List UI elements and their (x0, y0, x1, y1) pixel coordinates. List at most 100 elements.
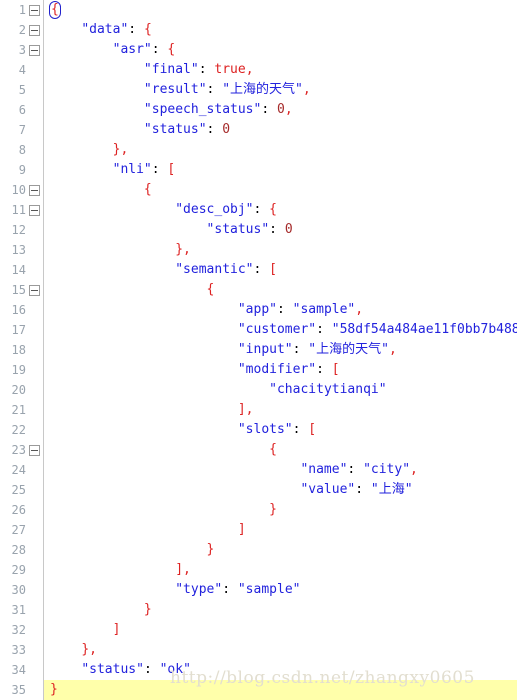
fold-collapse-icon[interactable] (29, 24, 40, 36)
code-line[interactable]: 22 "slots": [ (0, 420, 517, 440)
line-number: 14 (11, 263, 26, 277)
token-key: "slots" (237, 422, 293, 437)
token-key: "type" (175, 582, 223, 597)
token-key: "desc_obj" (175, 202, 254, 217)
code-line[interactable]: 14 "semantic": [ (0, 260, 517, 280)
code-line[interactable]: 15 { (0, 280, 517, 300)
code-line[interactable]: 13 }, (0, 240, 517, 260)
line-content: }, (44, 140, 517, 160)
code-line[interactable]: 24 "name": "city", (0, 460, 517, 480)
token-str: "chacitytianqi" (269, 382, 387, 397)
code-line[interactable]: 11 "desc_obj": { (0, 200, 517, 220)
code-line[interactable]: 21 ], (0, 400, 517, 420)
token-key: "status" (206, 222, 270, 237)
line-number: 22 (11, 423, 26, 437)
line-content: "nli": [ (44, 160, 517, 180)
fold-collapse-icon[interactable] (29, 444, 40, 456)
token-plain: : (316, 362, 332, 377)
line-content: "status": 0 (44, 220, 517, 240)
code-line[interactable]: 33 }, (0, 640, 517, 660)
line-content: "modifier": [ (44, 360, 517, 380)
code-line[interactable]: 25 "value": "上海" (0, 480, 517, 500)
token-plain: : (292, 422, 309, 437)
token-punct: }, (112, 142, 129, 157)
code-line[interactable]: 12 "status": 0 (0, 220, 517, 240)
line-content: "customer": "58df54a484ae11f0bb7b488b", (44, 320, 517, 340)
code-line[interactable]: 8 }, (0, 140, 517, 160)
code-line[interactable]: 30 "type": "sample" (0, 580, 517, 600)
code-line[interactable]: 35} (0, 680, 517, 700)
line-gutter: 28 (0, 540, 44, 560)
line-gutter: 16 (0, 300, 44, 320)
fold-placeholder (29, 605, 40, 616)
token-plain: : (292, 342, 309, 357)
fold-placeholder (29, 625, 40, 636)
line-gutter: 22 (0, 420, 44, 440)
token-key: "value" (300, 482, 356, 497)
json-code-editor[interactable]: 1{2 "data": {3 "asr": {4 "final": true, 5… (0, 0, 517, 700)
code-line[interactable]: 27 ] (0, 520, 517, 540)
fold-placeholder (29, 85, 40, 96)
line-number: 16 (11, 303, 26, 317)
fold-placeholder (29, 305, 40, 316)
fold-collapse-icon[interactable] (29, 204, 40, 216)
token-num: 0 (284, 222, 293, 237)
code-line[interactable]: 26 } (0, 500, 517, 520)
line-number: 28 (11, 543, 26, 557)
matching-brace-highlight: { (49, 1, 61, 19)
code-line[interactable]: 4 "final": true, (0, 60, 517, 80)
code-line[interactable]: 16 "app": "sample", (0, 300, 517, 320)
code-line[interactable]: 5 "result": "上海的天气", (0, 80, 517, 100)
code-line[interactable]: 18 "input": "上海的天气", (0, 340, 517, 360)
line-number: 18 (11, 343, 26, 357)
code-line[interactable]: 29 ], (0, 560, 517, 580)
line-gutter: 2 (0, 20, 44, 40)
fold-placeholder (29, 165, 40, 176)
code-line[interactable]: 20 "chacitytianqi" (0, 380, 517, 400)
token-punct: { (143, 22, 152, 37)
code-line[interactable]: 19 "modifier": [ (0, 360, 517, 380)
code-line[interactable]: 17 "customer": "58df54a484ae11f0bb7b488b… (0, 320, 517, 340)
line-number: 20 (11, 383, 26, 397)
code-line[interactable]: 7 "status": 0 (0, 120, 517, 140)
code-line[interactable]: 23 { (0, 440, 517, 460)
code-line[interactable]: 2 "data": { (0, 20, 517, 40)
code-line[interactable]: 34 "status": "ok" (0, 660, 517, 680)
code-line[interactable]: 28 } (0, 540, 517, 560)
line-content: "desc_obj": { (44, 200, 517, 220)
line-number: 4 (18, 63, 26, 77)
fold-collapse-icon[interactable] (29, 184, 40, 196)
token-str: "58df54a484ae11f0bb7b488b" (331, 322, 517, 337)
fold-placeholder (29, 585, 40, 596)
line-content: } (44, 680, 517, 700)
token-plain: : (347, 462, 364, 477)
code-line[interactable]: 9 "nli": [ (0, 160, 517, 180)
code-line[interactable]: 31 } (0, 600, 517, 620)
token-punct: [ (308, 422, 317, 437)
token-plain: : (269, 222, 285, 237)
fold-collapse-icon[interactable] (29, 4, 40, 16)
code-line[interactable]: 32 ] (0, 620, 517, 640)
token-key: "nli" (112, 162, 152, 177)
line-gutter: 25 (0, 480, 44, 500)
line-gutter: 26 (0, 500, 44, 520)
code-line[interactable]: 10 { (0, 180, 517, 200)
code-line[interactable]: 6 "speech_status": 0, (0, 100, 517, 120)
code-line[interactable]: 1{ (0, 0, 517, 20)
fold-collapse-icon[interactable] (29, 44, 40, 56)
token-punct: ], (175, 562, 191, 577)
token-punct: { (269, 442, 277, 457)
code-line[interactable]: 3 "asr": { (0, 40, 517, 60)
fold-collapse-icon[interactable] (29, 284, 40, 296)
token-punct: { (206, 282, 215, 297)
token-plain: : (206, 82, 223, 97)
token-str: "sample" (237, 582, 301, 597)
token-punct: , (388, 342, 397, 357)
line-gutter: 27 (0, 520, 44, 540)
